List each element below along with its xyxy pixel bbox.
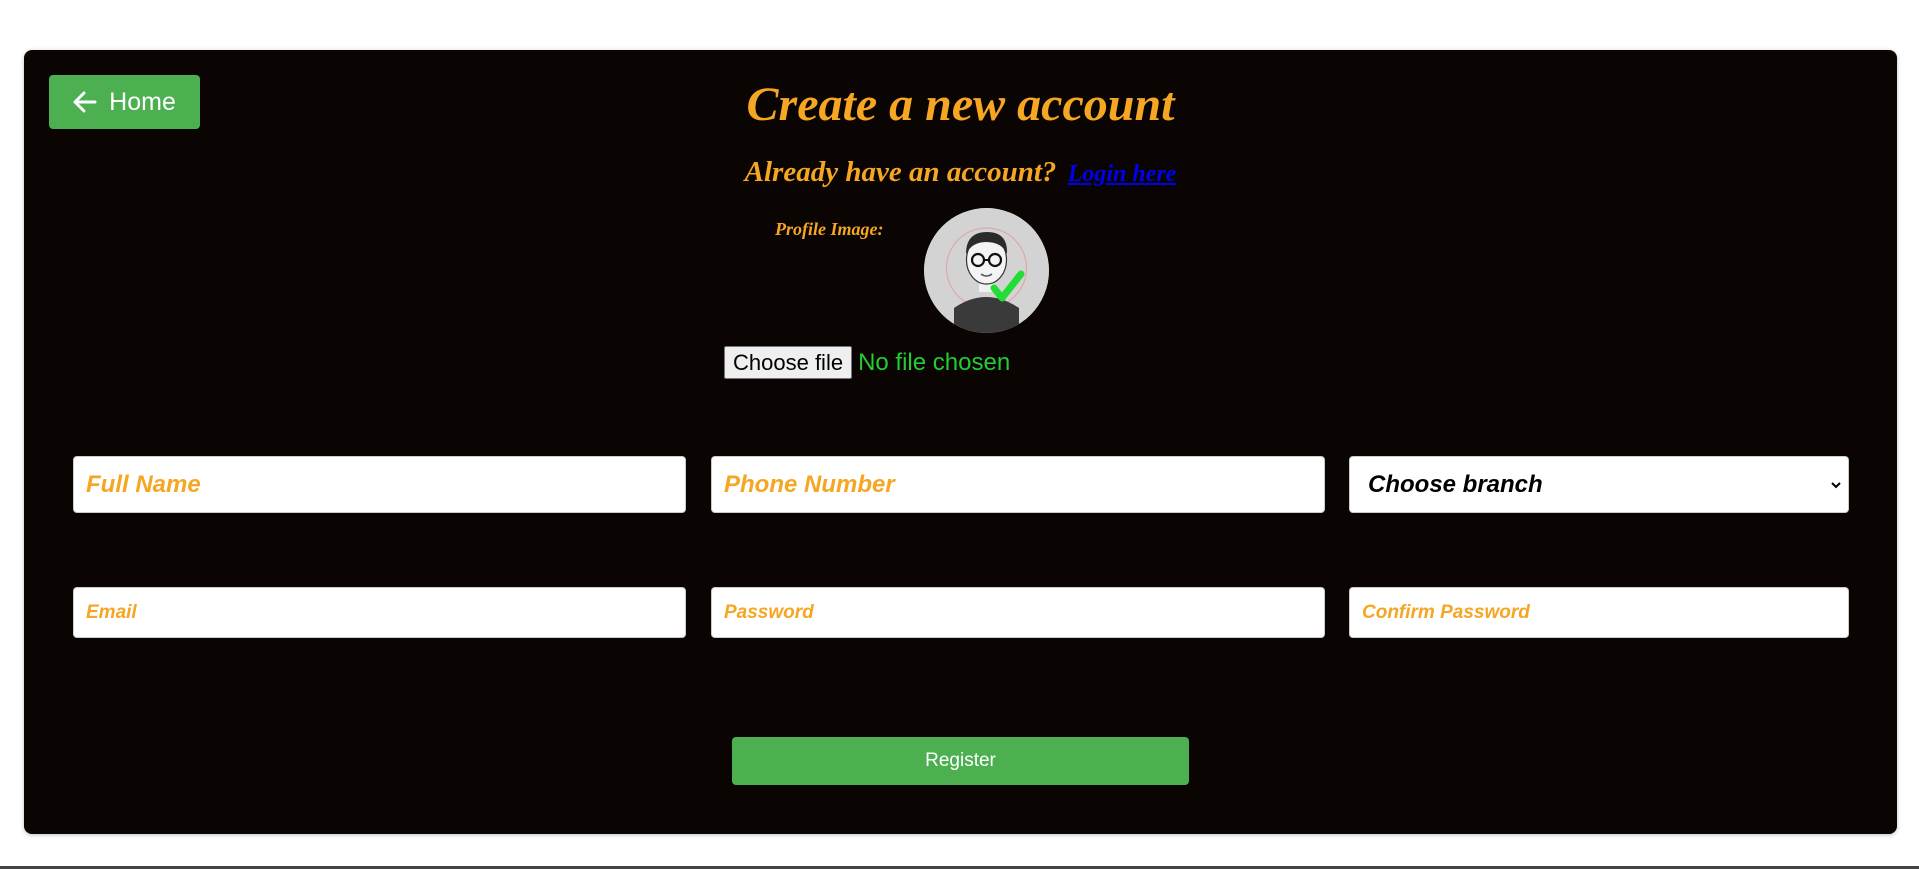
avatar-placeholder-icon (924, 208, 1049, 333)
login-link[interactable]: Login here (1068, 161, 1177, 187)
email-input[interactable]: Email (73, 587, 686, 638)
file-upload: Choose file No file chosen (724, 346, 1010, 379)
login-prompt: Already have an account? Login here (24, 156, 1897, 189)
file-status: No file chosen (858, 348, 1011, 376)
full-name-input[interactable]: Full Name (73, 456, 686, 513)
login-prompt-text: Already have an account? (744, 156, 1057, 188)
page-title: Create a new account (746, 78, 1175, 131)
choose-file-button[interactable]: Choose file (724, 346, 853, 379)
confirm-password-input[interactable]: Confirm Password (1349, 587, 1849, 638)
profile-image-label: Profile Image: (775, 219, 884, 239)
chevron-down-icon (1831, 481, 1841, 488)
phone-number-input[interactable]: Phone Number (711, 456, 1325, 513)
branch-select-value: Choose branch (1368, 470, 1543, 498)
branch-select[interactable]: Choose branch (1349, 456, 1849, 513)
register-button[interactable]: Register (732, 737, 1189, 785)
password-input[interactable]: Password (711, 587, 1325, 638)
registration-card: Home Create a new account Already have a… (24, 50, 1897, 834)
